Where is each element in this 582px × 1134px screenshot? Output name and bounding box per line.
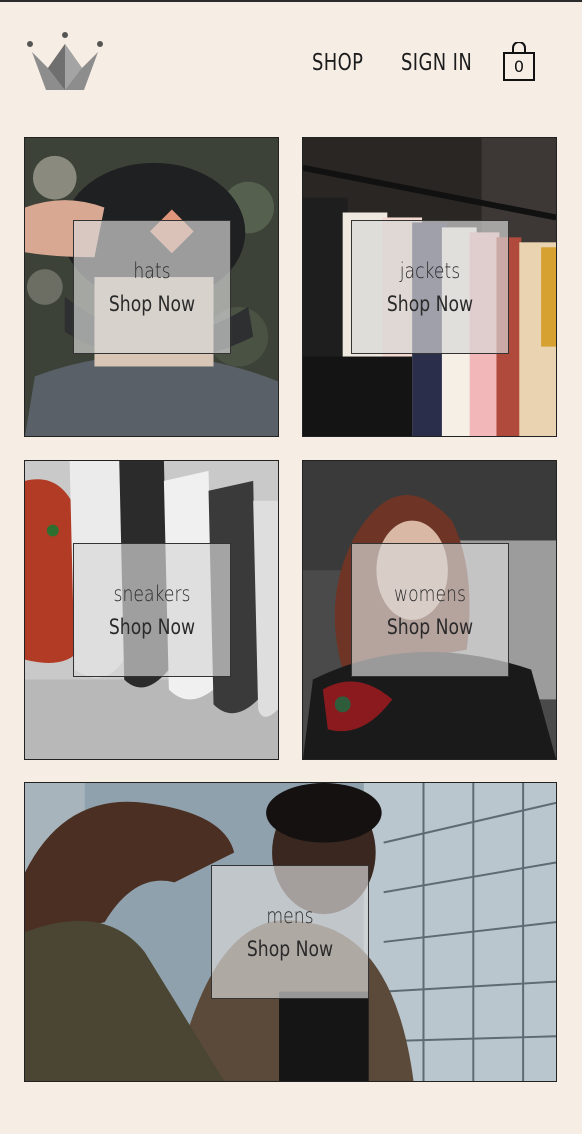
category-tile-sneakers[interactable]: sneakers Shop Now xyxy=(24,460,279,760)
category-overlay: hats Shop Now xyxy=(73,220,231,354)
nav-signin-link[interactable]: SIGN IN xyxy=(401,50,472,76)
category-tile-jackets[interactable]: jackets Shop Now xyxy=(302,137,557,437)
category-tile-hats[interactable]: hats Shop Now xyxy=(24,137,279,437)
shop-now-link[interactable]: Shop Now xyxy=(88,615,216,639)
category-tile-womens[interactable]: womens Shop Now xyxy=(302,460,557,760)
nav-shop-link[interactable]: SHOP xyxy=(312,50,363,76)
shop-now-link[interactable]: Shop Now xyxy=(88,292,216,316)
category-overlay: mens Shop Now xyxy=(211,865,369,999)
cart-count: 0 xyxy=(513,57,525,76)
category-title: hats xyxy=(133,259,171,283)
category-title: womens xyxy=(394,582,466,606)
category-overlay: womens Shop Now xyxy=(351,543,509,677)
top-border xyxy=(0,0,582,2)
category-overlay: sneakers Shop Now xyxy=(73,543,231,677)
category-title: jackets xyxy=(399,259,461,283)
category-title: sneakers xyxy=(113,582,191,606)
shop-now-link[interactable]: Shop Now xyxy=(226,937,354,961)
category-title: mens xyxy=(266,904,314,928)
category-tile-mens[interactable]: mens Shop Now xyxy=(24,782,557,1082)
cart-button[interactable]: 0 xyxy=(502,41,536,82)
shop-now-link[interactable]: Shop Now xyxy=(366,292,494,316)
crown-logo-icon[interactable] xyxy=(26,30,104,92)
category-overlay: jackets Shop Now xyxy=(351,220,509,354)
shop-now-link[interactable]: Shop Now xyxy=(366,615,494,639)
